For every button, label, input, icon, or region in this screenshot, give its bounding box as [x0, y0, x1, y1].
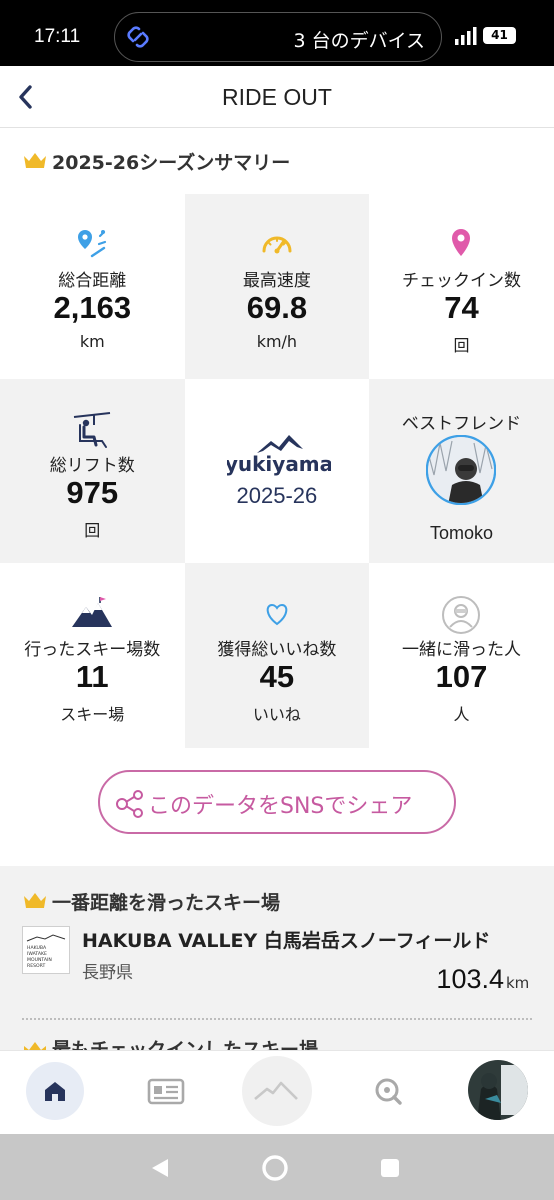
app-header: RIDE OUT — [0, 66, 554, 128]
home-circle-icon[interactable] — [261, 1154, 289, 1182]
best-friend-label: ベストフレンド — [401, 413, 522, 434]
resort-distance: 103.4 — [436, 964, 504, 994]
share-icon — [116, 790, 143, 818]
nav-home[interactable] — [25, 1061, 85, 1121]
resort-logo-line: RESORT — [27, 963, 45, 969]
stat-value: 975 — [66, 474, 119, 510]
signal-icon — [455, 27, 477, 45]
person-icon — [442, 596, 481, 635]
search-icon — [375, 1078, 402, 1105]
mountain-icon — [72, 597, 113, 628]
resort-logo-line: HAKUBA — [27, 945, 47, 951]
resort-distance-unit: km — [506, 974, 530, 992]
battery-icon: 41 — [483, 27, 516, 44]
stat-label: 一緒に滑った人 — [401, 640, 521, 661]
stat-value: 45 — [259, 659, 295, 695]
nav-tickets[interactable] — [136, 1061, 196, 1121]
brand-cell: yukiyama 2025-26 — [185, 379, 370, 564]
top-resort-title: 一番距離を滑ったスキー場 — [52, 892, 281, 914]
stat-unit: 回 — [84, 520, 101, 540]
best-friend-cell[interactable]: ベストフレンド Tomoko — [369, 378, 554, 564]
stat-value: 74 — [444, 290, 479, 325]
best-friend-name: Tomoko — [429, 522, 493, 543]
home-icon — [26, 1062, 84, 1120]
stat-value: 107 — [435, 659, 488, 695]
section-divider — [22, 1018, 532, 1020]
crown-icon — [24, 153, 46, 168]
yukiyama-logo: yukiyama — [227, 434, 331, 476]
nav-search[interactable] — [358, 1061, 418, 1121]
crown-icon — [24, 893, 46, 908]
status-bar: 17:11 3 台のデバイス 41 — [0, 0, 554, 66]
stat-label: 総合距離 — [58, 271, 127, 291]
connected-devices-pill[interactable]: 3 台のデバイス — [114, 12, 442, 62]
stats-grid: 総合距離 2,163 km 最高速度 69.8 km/h チェックイン数 74 … — [0, 194, 554, 748]
back-triangle-icon[interactable] — [148, 1156, 172, 1180]
resort-logo-image: HAKUBA IWATAKE MOUNTAIN RESORT — [26, 934, 66, 969]
devices-count: 3 台のデバイス — [293, 30, 425, 52]
stat-total-lifts: 総リフト数 975 回 — [0, 378, 185, 564]
resort-logo: HAKUBA IWATAKE MOUNTAIN RESORT — [22, 926, 70, 974]
mountain-logo-icon — [242, 1056, 312, 1126]
stat-label: チェックイン数 — [401, 271, 521, 291]
stat-value: 69.8 — [246, 290, 308, 325]
stat-top-speed: 最高速度 69.8 km/h — [184, 194, 370, 379]
bottom-navigation — [0, 1050, 554, 1134]
stat-companions: 一緒に滑った人 107 人 — [369, 563, 554, 748]
nav-profile[interactable] — [467, 1059, 529, 1121]
chairlift-icon — [74, 411, 111, 448]
stat-total-distance: 総合距離 2,163 km — [0, 194, 185, 379]
stat-unit: km/h — [256, 332, 298, 351]
resort-prefecture: 長野県 — [82, 963, 133, 983]
season-label: 2025-26 — [236, 482, 318, 508]
location-pin-icon — [452, 229, 471, 256]
status-time: 17:11 — [34, 26, 81, 47]
profile-avatar — [468, 1060, 528, 1120]
next-section-title: 最もチェックインしたスキー場 — [52, 1039, 319, 1050]
stat-unit: スキー場 — [60, 705, 125, 725]
recents-square-icon[interactable] — [378, 1156, 402, 1180]
best-friend-avatar[interactable] — [426, 434, 497, 505]
heart-icon — [266, 604, 288, 626]
stat-label: 総リフト数 — [49, 455, 135, 476]
stat-unit: いいね — [252, 705, 301, 725]
link-icon — [127, 26, 149, 48]
ticket-card-icon — [147, 1078, 185, 1105]
stat-unit: km — [79, 332, 105, 351]
page-title: RIDE OUT — [222, 84, 332, 110]
resort-logo-line: MOUNTAIN — [27, 957, 52, 963]
stat-checkins: チェックイン数 74 回 — [369, 194, 554, 379]
map-pin-ski-icon — [78, 230, 107, 258]
speedometer-icon — [262, 236, 292, 254]
stat-label: 行ったスキー場数 — [24, 640, 161, 661]
yukiyama-wordmark: yukiyama — [227, 452, 331, 476]
stat-value: 11 — [75, 659, 109, 695]
summary-title: 2025-26シーズンサマリー — [52, 152, 291, 174]
nav-center[interactable] — [241, 1055, 313, 1127]
system-navigation-bar — [0, 1134, 554, 1200]
stat-label: 獲得総いいね数 — [217, 640, 337, 661]
resort-logo-line: IWATAKE — [27, 951, 47, 957]
stat-label: 最高速度 — [242, 271, 311, 291]
stat-unit: 人 — [453, 705, 470, 725]
stat-resorts-visited: 行ったスキー場数 11 スキー場 — [0, 563, 185, 748]
share-sns-button[interactable]: このデータをSNSでシェア — [98, 770, 456, 834]
stat-value: 2,163 — [53, 290, 132, 325]
crown-icon — [24, 1042, 46, 1050]
share-button-label: このデータをSNSでシェア — [148, 794, 413, 819]
stat-unit: 回 — [453, 336, 470, 355]
resort-name[interactable]: HAKUBA VALLEY 白馬岩岳スノーフィールド — [82, 926, 490, 953]
stat-likes: 獲得総いいね数 45 いいね — [184, 563, 370, 748]
